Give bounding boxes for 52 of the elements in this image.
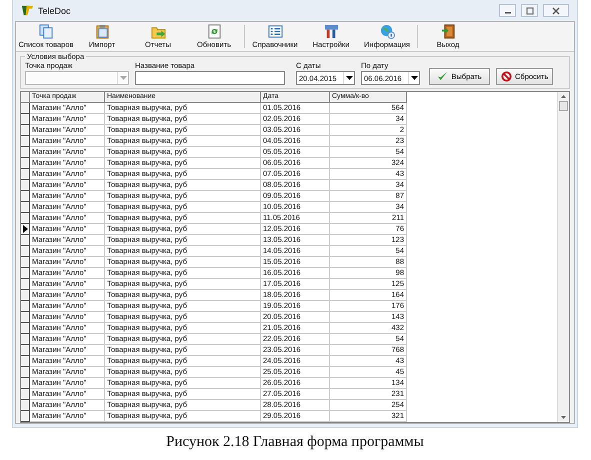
row-indicator[interactable]: [21, 114, 30, 125]
row-indicator[interactable]: [21, 400, 30, 411]
row-indicator[interactable]: [21, 345, 30, 356]
dropdown-arrow-icon: [120, 76, 126, 80]
dropdown-arrow-icon: [346, 76, 352, 80]
minimize-button[interactable]: [499, 4, 516, 17]
maximize-button[interactable]: [521, 4, 538, 17]
row-indicator[interactable]: [21, 246, 30, 257]
scrollbar-thumb[interactable]: [559, 101, 568, 111]
row-indicator[interactable]: [21, 180, 30, 191]
row-indicator[interactable]: [21, 147, 30, 158]
row-indicator[interactable]: [21, 158, 30, 169]
row-indicator[interactable]: [21, 411, 30, 422]
row-indicator[interactable]: [21, 169, 30, 180]
scroll-down-icon[interactable]: [561, 416, 566, 419]
row-indicator[interactable]: [21, 257, 30, 268]
row-indicator[interactable]: [21, 125, 30, 136]
minimize-icon: [504, 12, 510, 14]
row-indicator[interactable]: [21, 323, 30, 334]
row-indicator[interactable]: [21, 389, 30, 400]
dropdown-arrow-icon: [410, 76, 418, 80]
close-button[interactable]: [543, 4, 569, 17]
row-indicator[interactable]: [21, 312, 30, 323]
row-indicator[interactable]: [21, 290, 30, 301]
row-indicator[interactable]: [21, 356, 30, 367]
row-indicator[interactable]: [21, 378, 30, 389]
row-indicator[interactable]: [21, 103, 30, 114]
scroll-up-icon[interactable]: [561, 95, 566, 98]
checkmark-icon: [437, 71, 448, 82]
app-logo-icon: [21, 4, 34, 17]
figure-caption: Рисунок 2.18 Главная форма программы: [165, 434, 425, 451]
row-indicator[interactable]: [21, 235, 30, 246]
row-indicator[interactable]: [21, 224, 30, 235]
row-indicator[interactable]: [21, 191, 30, 202]
row-indicator[interactable]: [21, 268, 30, 279]
row-indicator[interactable]: [21, 279, 30, 290]
row-indicator[interactable]: [21, 202, 30, 213]
row-indicator[interactable]: [21, 136, 30, 147]
row-indicator[interactable]: [21, 367, 30, 378]
close-icon: [551, 6, 561, 16]
maximize-icon: [524, 6, 534, 16]
row-indicator[interactable]: [21, 334, 30, 345]
product-name-field[interactable]: [135, 71, 285, 85]
door-icon: [440, 24, 456, 39]
pages-icon: [38, 24, 54, 39]
row-indicator[interactable]: [21, 213, 30, 224]
tools-icon: [324, 24, 338, 39]
window-title: TeleDoc: [38, 6, 71, 16]
prohibited-icon: [501, 71, 512, 82]
clipboard-icon: [94, 24, 110, 39]
vertical-scrollbar[interactable]: [557, 92, 569, 422]
row-indicator[interactable]: [21, 301, 30, 312]
